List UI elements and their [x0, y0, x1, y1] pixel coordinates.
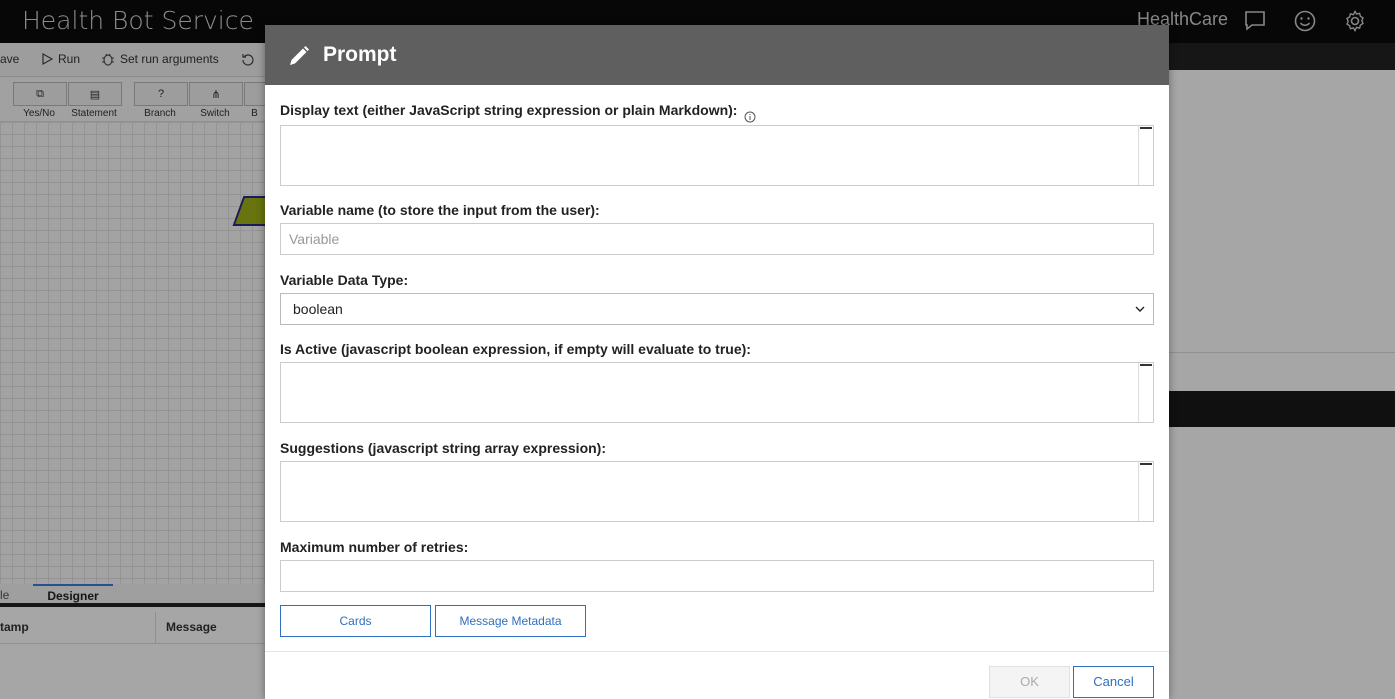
data-type-label: Variable Data Type: — [280, 272, 409, 288]
editor-scrollbar[interactable] — [1138, 126, 1153, 185]
dialog-title: Prompt — [323, 43, 397, 66]
cancel-button[interactable]: Cancel — [1073, 666, 1154, 698]
dialog-header: Prompt — [265, 25, 1169, 85]
display-text-label: Display text (either JavaScript string e… — [280, 102, 738, 118]
is-active-label: Is Active (javascript boolean expression… — [280, 341, 751, 357]
max-retries-label: Maximum number of retries: — [280, 539, 469, 555]
pencil-icon — [290, 46, 309, 65]
chevron-down-icon — [1135, 306, 1145, 312]
data-type-select[interactable]: boolean — [280, 293, 1154, 325]
prompt-dialog: Prompt Display text (either JavaScript s… — [265, 25, 1169, 699]
cards-button[interactable]: Cards — [280, 605, 431, 637]
ok-button[interactable]: OK — [989, 666, 1070, 698]
variable-name-input[interactable]: Variable — [280, 223, 1154, 255]
suggestions-editor[interactable] — [280, 461, 1154, 522]
info-icon[interactable] — [744, 111, 756, 123]
display-text-editor[interactable] — [280, 125, 1154, 186]
editor-scrollbar[interactable] — [1138, 462, 1153, 521]
data-type-value: boolean — [293, 301, 343, 317]
message-metadata-button[interactable]: Message Metadata — [435, 605, 586, 637]
is-active-editor[interactable] — [280, 362, 1154, 423]
editor-scrollbar[interactable] — [1138, 363, 1153, 422]
dialog-footer-divider — [265, 651, 1169, 652]
max-retries-input[interactable] — [280, 560, 1154, 592]
variable-name-label: Variable name (to store the input from t… — [280, 202, 600, 218]
suggestions-label: Suggestions (javascript string array exp… — [280, 440, 606, 456]
